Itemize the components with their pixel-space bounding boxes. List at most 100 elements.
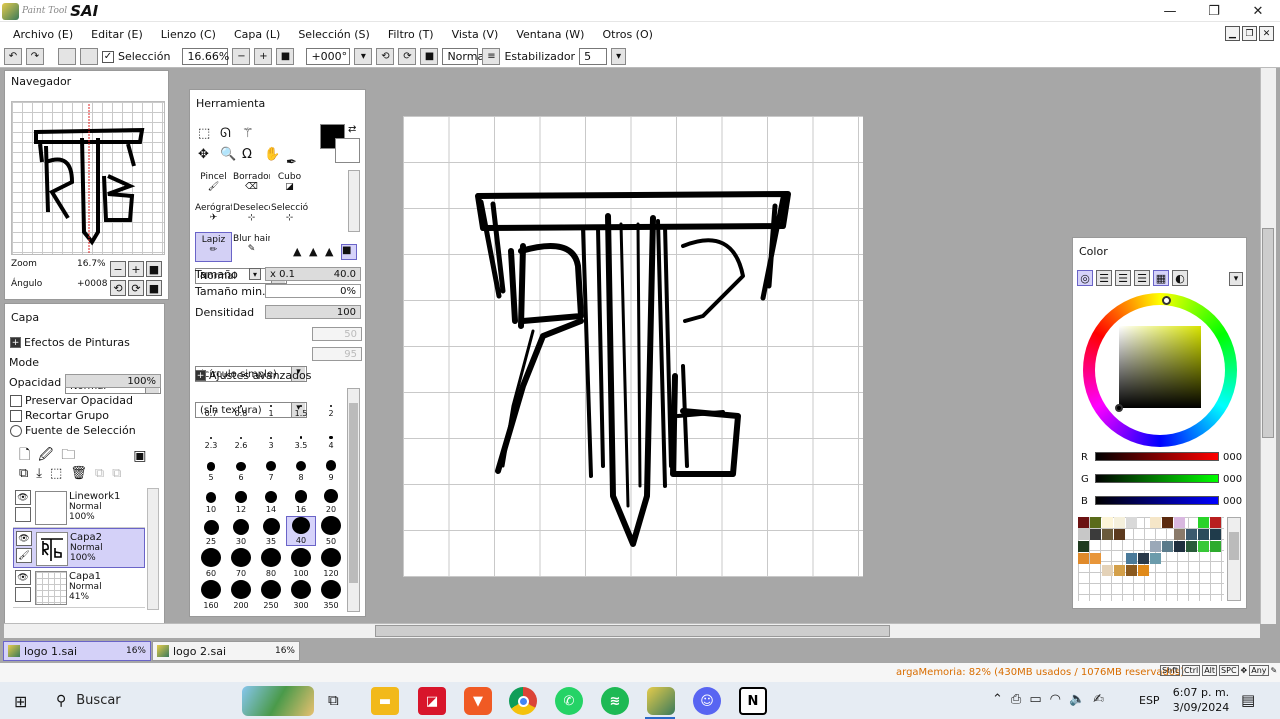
- tray-overflow-icon[interactable]: ⌃: [992, 692, 1003, 707]
- color-swatch[interactable]: [1186, 517, 1197, 528]
- angle-field[interactable]: +000°: [306, 48, 351, 65]
- new-folder-icon[interactable]: 🗀: [61, 444, 75, 468]
- stabilizer-dropdown-icon[interactable]: ▾: [611, 48, 627, 65]
- brush-size-item[interactable]: 1: [256, 388, 286, 418]
- widget-landscape-icon[interactable]: [242, 686, 314, 716]
- color-swatch[interactable]: [1186, 565, 1197, 576]
- minimize-button[interactable]: —: [1148, 0, 1192, 22]
- rect-select-icon[interactable]: ⬚: [198, 126, 218, 141]
- layer-mask-icon[interactable]: ▣: [133, 448, 146, 464]
- mixer-tab-icon[interactable]: ☰: [1134, 270, 1150, 286]
- rotate-reset-icon[interactable]: ■: [420, 48, 439, 65]
- invert-selection-icon[interactable]: [80, 48, 98, 65]
- brush-size-item[interactable]: 250: [256, 580, 286, 610]
- color-swatch[interactable]: [1150, 529, 1161, 540]
- color-swatch[interactable]: [1138, 541, 1149, 552]
- color-swatch[interactable]: [1090, 541, 1101, 552]
- menu-ventana[interactable]: Ventana (W): [516, 28, 584, 41]
- redo-icon[interactable]: ↷: [26, 48, 44, 65]
- zoom-in-icon[interactable]: +: [254, 48, 273, 65]
- notification-icon[interactable]: ▤: [1241, 691, 1255, 709]
- b-slider[interactable]: [1095, 496, 1219, 505]
- color-swatch[interactable]: [1210, 517, 1221, 528]
- lasso-icon[interactable]: ᘏ: [220, 126, 240, 141]
- brush-size-item[interactable]: 4: [316, 420, 346, 450]
- brush-size-item[interactable]: 2.6: [226, 420, 256, 450]
- swap-colors-icon[interactable]: ⇄: [348, 124, 356, 135]
- pen-ink-icon[interactable]: ✍: [1093, 692, 1104, 707]
- brush-size-item[interactable]: 120: [316, 548, 346, 578]
- menu-filtro[interactable]: Filtro (T): [388, 28, 434, 41]
- color-swatch[interactable]: [1078, 553, 1089, 564]
- rotate-right-icon[interactable]: ⟳: [398, 48, 417, 65]
- rgb-slider-tab-icon[interactable]: ☰: [1096, 270, 1112, 286]
- advanced-settings-toggle[interactable]: + Ajustes avanzados: [195, 369, 312, 382]
- color-swatch[interactable]: [1102, 565, 1113, 576]
- brush-icon[interactable]: 🖌: [16, 548, 32, 563]
- color-swatch[interactable]: [1126, 565, 1137, 576]
- wifi-icon[interactable]: ◠: [1050, 692, 1061, 707]
- saturation-value-square[interactable]: [1115, 326, 1201, 412]
- language-indicator[interactable]: ESP: [1139, 694, 1160, 707]
- color-swatch[interactable]: [1186, 553, 1197, 564]
- color-menu-dropdown-icon[interactable]: ▾: [1229, 272, 1243, 286]
- scroll-thumb[interactable]: [349, 403, 358, 583]
- brush-size-item[interactable]: 80: [256, 548, 286, 578]
- layer-scrollbar[interactable]: [147, 488, 159, 610]
- brush-size-item[interactable]: 300: [286, 580, 316, 610]
- blend-dropdown-icon[interactable]: ≡: [482, 48, 501, 65]
- brush-size-item[interactable]: 8: [286, 452, 316, 482]
- color-swatch[interactable]: [1186, 529, 1197, 540]
- swatch-scroll-thumb[interactable]: [1229, 532, 1239, 560]
- color-swatch[interactable]: [1090, 517, 1101, 528]
- color-swatch[interactable]: [1078, 529, 1089, 540]
- tool-deseleccion[interactable]: Deselecc ⊹: [233, 201, 270, 231]
- brush-size-item[interactable]: 2.3: [196, 420, 226, 450]
- shape-value[interactable]: 50: [312, 327, 362, 341]
- tool-aerografo[interactable]: Aerógraf ✈: [195, 201, 232, 231]
- color-swatch[interactable]: [1198, 553, 1209, 564]
- brush-size-item[interactable]: 25: [196, 516, 226, 546]
- task-view-icon[interactable]: ⧉: [328, 691, 339, 709]
- tool-borrador[interactable]: Borrador ⌫: [233, 170, 270, 200]
- size-multiplier-dropdown-icon[interactable]: ▾: [249, 268, 261, 280]
- tool-seleccion[interactable]: Selecció ⊹: [271, 201, 308, 231]
- color-swatch[interactable]: [1162, 553, 1173, 564]
- hsv-slider-tab-icon[interactable]: ☰: [1115, 270, 1131, 286]
- brush-size-item[interactable]: 60: [196, 548, 226, 578]
- color-swatch[interactable]: [1198, 517, 1209, 528]
- color-swatch[interactable]: [1150, 553, 1161, 564]
- layer-item[interactable]: 👁 Capa1 Normal 41%: [13, 568, 145, 608]
- color-swatch[interactable]: [1114, 541, 1125, 552]
- menu-editar[interactable]: Editar (E): [91, 28, 143, 41]
- nav-rotate-reset-icon[interactable]: ■: [146, 280, 162, 296]
- brush-size-item[interactable]: 5: [196, 452, 226, 482]
- mdi-minimize-icon[interactable]: ▁: [1225, 26, 1240, 41]
- visibility-eye-icon[interactable]: 👁: [15, 570, 31, 585]
- color-swatch[interactable]: [1210, 553, 1221, 564]
- tray-device-icon[interactable]: ⎙: [1011, 692, 1021, 707]
- eyedropper-icon[interactable]: ✒: [286, 155, 297, 170]
- min-size-slider[interactable]: 0%: [265, 284, 361, 298]
- color-swatch[interactable]: [1078, 541, 1089, 552]
- selection-source-option[interactable]: Fuente de Selección: [10, 424, 136, 437]
- hscroll-thumb[interactable]: [375, 625, 890, 637]
- zoom-reset-icon[interactable]: ■: [276, 48, 295, 65]
- color-swatch[interactable]: [1114, 517, 1125, 528]
- file-explorer-icon[interactable]: ▬: [371, 687, 399, 715]
- brush-size-item[interactable]: 16: [286, 484, 316, 514]
- color-swatch[interactable]: [1150, 541, 1161, 552]
- scratchpad-tab-icon[interactable]: ◐: [1172, 270, 1188, 286]
- color-swatch[interactable]: [1150, 565, 1161, 576]
- color-swatch[interactable]: [1174, 565, 1185, 576]
- new-linework-layer-icon[interactable]: 🖉: [38, 444, 53, 468]
- nav-rotate-left-icon[interactable]: ⟲: [110, 280, 126, 296]
- brave-icon[interactable]: ▼: [464, 687, 492, 715]
- brush-size-item[interactable]: 70: [226, 548, 256, 578]
- color-swatch[interactable]: [1210, 565, 1221, 576]
- color-swatch[interactable]: [1162, 565, 1173, 576]
- color-swatch[interactable]: [1102, 541, 1113, 552]
- mdi-restore-icon[interactable]: ❐: [1242, 26, 1257, 41]
- color-swatch[interactable]: [1102, 517, 1113, 528]
- color-swatch[interactable]: [1114, 565, 1125, 576]
